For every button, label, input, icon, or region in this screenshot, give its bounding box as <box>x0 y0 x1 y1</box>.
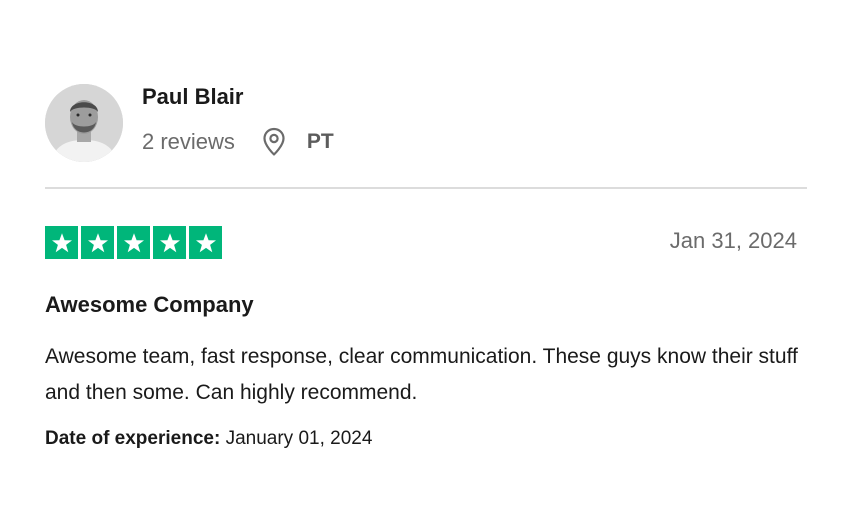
review-body: Awesome team, fast response, clear commu… <box>45 345 798 404</box>
star-icon <box>189 226 222 259</box>
map-pin-icon <box>261 127 287 157</box>
country-code: PT <box>306 130 334 153</box>
star-rating <box>45 226 222 259</box>
reviewer-meta: 2 reviews PT <box>142 126 334 158</box>
avatar-photo <box>45 84 123 162</box>
review-card: Paul Blair 2 reviews PT Jan 31, 2024 Awe… <box>0 0 852 532</box>
review-date: Jan 31, 2024 <box>669 228 797 253</box>
divider <box>45 187 807 189</box>
star-icon <box>45 226 78 259</box>
review-title[interactable]: Awesome Company <box>45 292 254 318</box>
experience-date: January 01, 2024 <box>225 428 373 449</box>
star-icon <box>81 226 114 259</box>
reviewer-name[interactable]: Paul Blair <box>142 84 243 110</box>
date-of-experience: Date of experience: January 01, 2024 <box>45 428 372 450</box>
star-icon <box>117 226 150 259</box>
star-icon <box>153 226 186 259</box>
experience-label: Date of experience: <box>45 428 221 449</box>
review-count: 2 reviews <box>142 129 235 154</box>
avatar[interactable] <box>45 84 123 162</box>
